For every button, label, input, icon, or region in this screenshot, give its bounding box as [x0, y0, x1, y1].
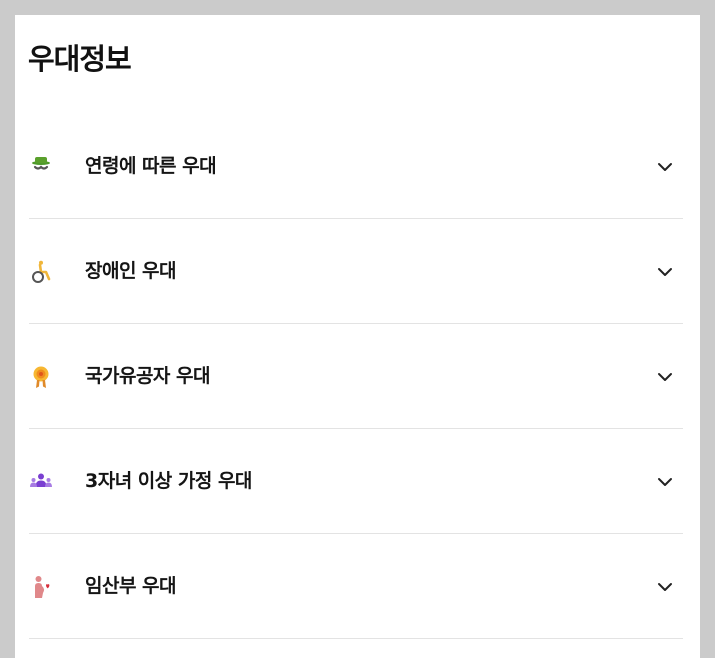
benefits-card: 우대정보 연령에 따른 우대 장애인 우대 국가유공자 우대 3자녀 이상 가정…	[15, 15, 700, 658]
accordion-item-pregnant[interactable]: 임산부 우대	[29, 534, 683, 639]
page-title: 우대정보	[28, 42, 132, 76]
pregnant-woman-icon	[29, 575, 53, 599]
accordion-item-label: 임산부 우대	[85, 575, 177, 597]
chevron-down-icon[interactable]	[656, 578, 674, 596]
chevron-down-icon[interactable]	[656, 473, 674, 491]
accordion-item-multi-child[interactable]: 3자녀 이상 가정 우대	[29, 429, 683, 534]
accordion-item-disability[interactable]: 장애인 우대	[29, 219, 683, 324]
accordion-item-label: 3자녀 이상 가정 우대	[85, 470, 252, 492]
accordion-item-label: 연령에 따른 우대	[85, 155, 217, 177]
wheelchair-icon	[29, 260, 53, 284]
chevron-down-icon[interactable]	[656, 368, 674, 386]
elderly-person-icon	[29, 155, 53, 179]
accordion-item-label: 장애인 우대	[85, 260, 177, 282]
accordion-item-label: 국가유공자 우대	[85, 365, 210, 387]
accordion-item-veteran[interactable]: 국가유공자 우대	[29, 324, 683, 429]
benefits-accordion: 연령에 따른 우대 장애인 우대 국가유공자 우대 3자녀 이상 가정 우대 임…	[29, 114, 683, 639]
accordion-item-age[interactable]: 연령에 따른 우대	[29, 114, 683, 219]
medal-icon	[29, 365, 53, 389]
chevron-down-icon[interactable]	[656, 158, 674, 176]
family-icon	[29, 470, 53, 494]
chevron-down-icon[interactable]	[656, 263, 674, 281]
